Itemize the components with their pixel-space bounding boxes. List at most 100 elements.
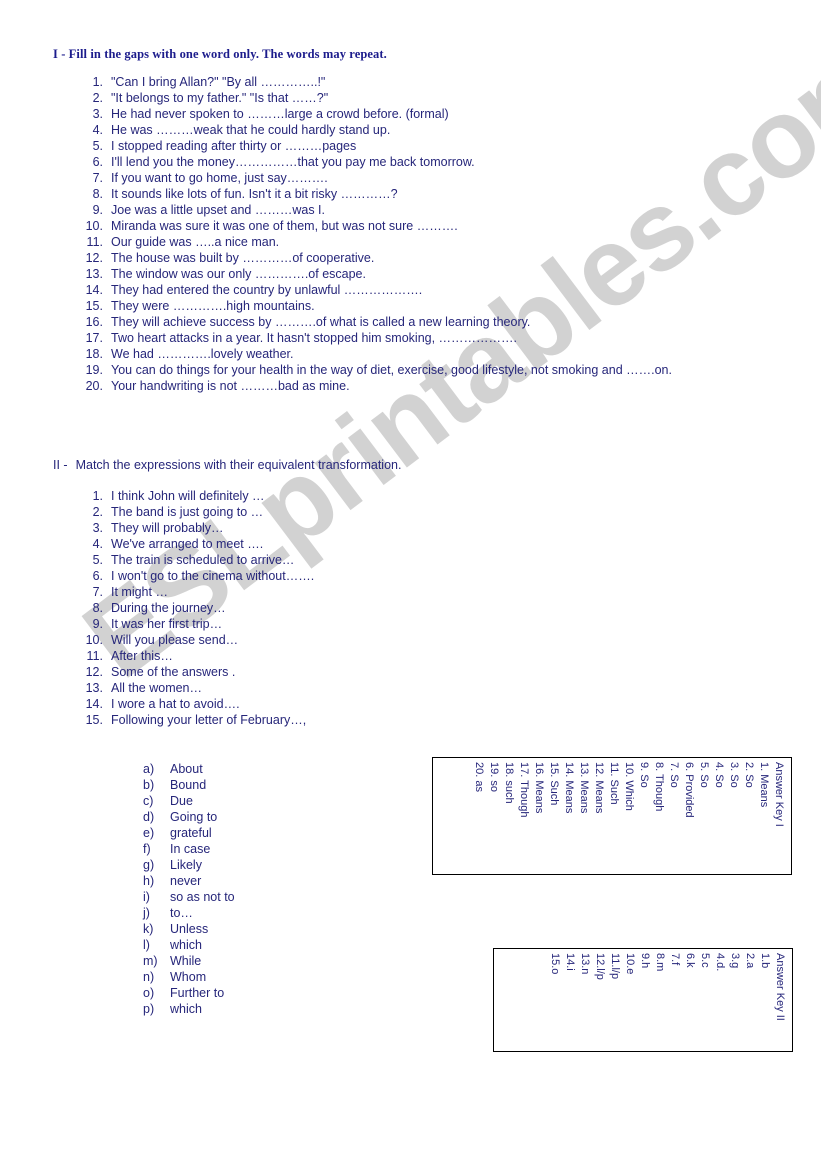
answer-key-entry: 6.k bbox=[684, 953, 696, 968]
list-item-text: It might … bbox=[111, 585, 168, 599]
option-letter: n) bbox=[143, 970, 155, 984]
option-item: f) In case bbox=[143, 841, 235, 857]
list-item-text: They will achieve success by ……….of what… bbox=[111, 315, 531, 329]
option-letter: e) bbox=[143, 826, 155, 840]
answer-key-entry: 14.i bbox=[564, 953, 576, 971]
list-item-number: 15. bbox=[85, 713, 103, 727]
section-2-numeral: II - bbox=[53, 458, 68, 472]
list-item: 6. I won't go to the cinema without……. bbox=[78, 568, 315, 584]
list-item-number: 6. bbox=[92, 155, 103, 169]
list-item: 5. I stopped reading after thirty or ………p… bbox=[78, 138, 672, 154]
list-item-text: We've arranged to meet …. bbox=[111, 537, 264, 551]
answer-key-entry: 13. Means bbox=[578, 762, 590, 814]
list-item-text: "Can I bring Allan?" "By all …………..!" bbox=[111, 75, 326, 89]
answer-key-1-columns: Answer Key I 1. Means 2. So 3. So 4. So 5. So… bbox=[471, 762, 787, 870]
list-item-text: I stopped reading after thirty or ………pag… bbox=[111, 139, 357, 153]
answer-key-entry: 3.g bbox=[729, 953, 741, 969]
list-item-number: 5. bbox=[92, 553, 103, 567]
list-item: 18. We had ………….lovely weather. bbox=[78, 346, 672, 362]
list-item-text: They were ………….high mountains. bbox=[111, 299, 315, 313]
list-item-number: 12. bbox=[85, 251, 103, 265]
list-item-text: You can do things for your health in the… bbox=[111, 363, 672, 377]
list-item: 12. The house was built by …………of coopera… bbox=[78, 250, 672, 266]
list-item-number: 20. bbox=[85, 379, 103, 393]
list-item-text: They will probably… bbox=[111, 521, 224, 535]
answer-key-entry: 9. So bbox=[638, 762, 650, 788]
list-item-number: 7. bbox=[92, 171, 103, 185]
option-letter: l) bbox=[143, 938, 150, 952]
list-item-text: We had ………….lovely weather. bbox=[111, 347, 294, 361]
answer-key-entry: 18. such bbox=[503, 762, 515, 804]
list-item-number: 1. bbox=[92, 75, 103, 89]
option-item: o) Further to bbox=[143, 985, 235, 1001]
list-item: 10. Will you please send… bbox=[78, 632, 314, 648]
list-item: 6. I'll lend you the money……………that you p… bbox=[78, 154, 672, 170]
option-item: n) Whom bbox=[143, 969, 235, 985]
list-item-number: 13. bbox=[85, 681, 103, 695]
list-item-text: Your handwriting is not ………bad as mine. bbox=[111, 379, 350, 393]
option-letter: b) bbox=[143, 778, 155, 792]
option-item: p) which bbox=[143, 1001, 235, 1017]
list-item-text: They had entered the country by unlawful… bbox=[111, 283, 423, 297]
list-item-text: The train is scheduled to arrive… bbox=[111, 553, 295, 567]
answer-key-1-inner: Answer Key I 1. Means 2. So 3. So 4. So 5. So… bbox=[437, 762, 787, 870]
list-item: 3. They will probably… bbox=[78, 520, 314, 536]
list-item: 3. He had never spoken to ………large a crow… bbox=[78, 106, 672, 122]
option-text: never bbox=[170, 874, 202, 888]
option-text: so as not to bbox=[170, 890, 235, 904]
answer-key-entry: 20. as bbox=[473, 762, 485, 792]
list-item-text: I won't go to the cinema without……. bbox=[111, 569, 315, 583]
option-item: e) grateful bbox=[143, 825, 235, 841]
list-item-number: 2. bbox=[92, 505, 103, 519]
option-text: About bbox=[170, 762, 203, 776]
list-item-number: 15. bbox=[85, 299, 103, 313]
list-item: 11. After this… bbox=[78, 648, 314, 664]
list-item: 8. During the journey… bbox=[78, 600, 314, 616]
list-item-text: During the journey… bbox=[111, 601, 226, 615]
answer-key-2-box: Answer Key II 1.b 2.a 3.g 4.d. 5.c 6.k 7.f 8.m 9.… bbox=[493, 948, 793, 1052]
list-item-text: The house was built by …………of cooperativ… bbox=[111, 251, 375, 265]
option-text: Whom bbox=[170, 970, 207, 984]
option-item: g) Likely bbox=[143, 857, 235, 873]
option-text: Unless bbox=[170, 922, 209, 936]
list-item-text: If you want to go home, just say………. bbox=[111, 171, 328, 185]
list-item-text: Joe was a little upset and ………was I. bbox=[111, 203, 325, 217]
option-text: which bbox=[170, 1002, 202, 1016]
list-item: 7. It might … bbox=[78, 584, 314, 600]
section-2-heading-text: Match the expressions with their equival… bbox=[75, 458, 402, 472]
answer-key-entry: 11.l/p bbox=[609, 953, 621, 980]
list-item-number: 14. bbox=[85, 283, 103, 297]
list-item-text: I think John will definitely … bbox=[111, 489, 265, 503]
list-item: 12. Some of the answers . bbox=[78, 664, 314, 680]
list-item-number: 11. bbox=[86, 235, 103, 249]
list-item-text: He was ………weak that he could hardly stan… bbox=[111, 123, 391, 137]
list-item: 19. You can do things for your health in … bbox=[78, 362, 672, 378]
answer-key-entry: 5. So bbox=[698, 762, 710, 788]
list-item: 4. He was ………weak that he could hardly st… bbox=[78, 122, 672, 138]
list-item-text: Miranda was sure it was one of them, but… bbox=[111, 219, 458, 233]
option-item: j) to… bbox=[143, 905, 235, 921]
list-item: 8. It sounds like lots of fun. Isn't it a… bbox=[78, 186, 672, 202]
list-item: 9. Joe was a little upset and ………was I. bbox=[78, 202, 672, 218]
worksheet-page: ESLprintables.com I - Fill in the gaps w… bbox=[0, 0, 821, 1169]
answer-key-2-columns: Answer Key II 1.b 2.a 3.g 4.d. 5.c 6.k 7.f 8.m 9.… bbox=[547, 953, 788, 1047]
option-item: b) Bound bbox=[143, 777, 235, 793]
list-item-number: 13. bbox=[85, 267, 103, 281]
list-item: 10. Miranda was sure it was one of them, … bbox=[78, 218, 672, 234]
list-item-number: 11. bbox=[86, 649, 103, 663]
option-letter: o) bbox=[143, 986, 155, 1000]
option-text: Due bbox=[170, 794, 193, 808]
list-item-number: 5. bbox=[92, 139, 103, 153]
option-item: i) so as not to bbox=[143, 889, 235, 905]
list-item: 17. Two heart attacks in a year. It hasn'… bbox=[78, 330, 672, 346]
option-text: Further to bbox=[170, 986, 225, 1000]
list-item-number: 18. bbox=[85, 347, 103, 361]
answer-key-entry: 14. Means bbox=[563, 762, 575, 814]
list-item-number: 9. bbox=[92, 203, 103, 217]
list-item: 9. It was her first trip… bbox=[78, 616, 314, 632]
list-item: 7. If you want to go home, just say………. bbox=[78, 170, 672, 186]
list-item: 15. Following your letter of February…, bbox=[78, 712, 314, 728]
option-letter: i) bbox=[143, 890, 150, 904]
option-text: which bbox=[170, 938, 202, 952]
option-item: d) Going to bbox=[143, 809, 235, 825]
